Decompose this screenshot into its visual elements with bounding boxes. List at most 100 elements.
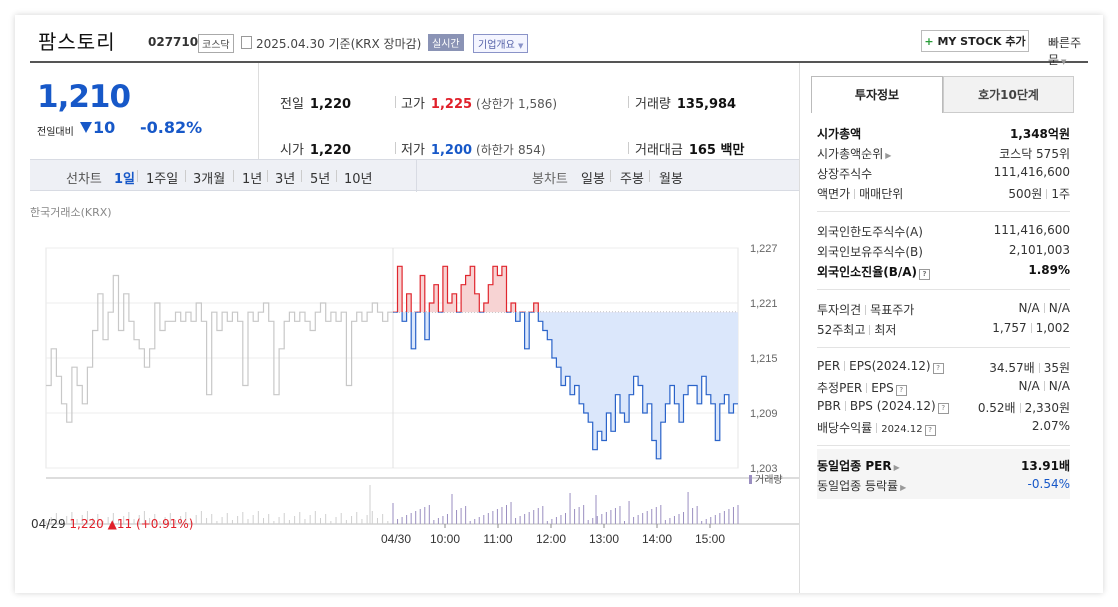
shares-row: 상장주식수 111,416,600 [817, 163, 1070, 183]
help-icon[interactable]: ? [932, 363, 944, 374]
tab-investment-info[interactable]: 투자정보 [811, 76, 943, 113]
series-line-prev-day [46, 274, 393, 423]
plus-icon: + [924, 35, 934, 48]
high52-value: 1,757 [992, 321, 1027, 335]
x-tick-label: 12:00 [536, 532, 566, 546]
foreign-limit-row: 외국인한도주식수(A) 111,416,600 [817, 221, 1070, 241]
sector-change-value: -0.54% [1027, 477, 1070, 491]
divider [817, 445, 1070, 446]
divider [649, 170, 650, 182]
high-label: 고가 [401, 97, 425, 112]
line-chart-label: 선차트 [66, 172, 102, 187]
my-stock-add-button[interactable]: + MY STOCK 추가 [921, 30, 1029, 52]
prev-value: 1,220 [309, 97, 352, 112]
volume-value: 135,984 [676, 97, 737, 112]
dividend-date: 2024.12 [881, 424, 923, 435]
low-price: 저가 1,200 (하한가 854) [401, 139, 546, 158]
help-icon[interactable]: ? [919, 269, 931, 280]
chevron-down-icon: ▼ [1061, 58, 1067, 66]
divider [865, 305, 867, 315]
divider [844, 401, 846, 411]
divider [854, 189, 856, 199]
x-tick-label: 13:00 [589, 532, 619, 546]
divider [817, 211, 1070, 212]
volume-legend: 거래량 [749, 471, 783, 486]
divider [185, 170, 186, 182]
prev-label: 전일 [280, 97, 304, 112]
period-1d[interactable]: 1일 [114, 168, 135, 187]
cap-rank-row: 시가총액순위 ▶ 코스닥 575위 [817, 143, 1070, 163]
volume-label: 거래량 [635, 97, 671, 112]
eps-label: EPS(2024.12) [849, 359, 931, 373]
divider [137, 170, 138, 182]
divider [869, 325, 871, 335]
volume: 거래량 135,984 [635, 93, 736, 112]
foreign-limit-value: 111,416,600 [993, 223, 1070, 237]
open-price: 시가 1,220 [280, 139, 351, 158]
help-icon[interactable]: ? [924, 425, 936, 436]
shares-label: 상장주식수 [817, 167, 873, 181]
open-value: 1,220 [309, 143, 352, 158]
realtime-badge[interactable]: 실시간 [428, 34, 464, 51]
divider [876, 423, 878, 433]
dividend-label: 배당수익률 [817, 421, 873, 435]
sector-per-row: 동일업종 PER ▶ 13.91배 [817, 455, 1070, 475]
period-1w[interactable]: 1주일 [146, 168, 178, 187]
low-label: 저가 [401, 143, 425, 158]
market-cap-row: 시가총액 1,348억원 [817, 123, 1070, 143]
period-10y[interactable]: 10년 [344, 168, 373, 187]
52w-row: 52주최고 최저 1,757 1,002 [817, 319, 1070, 339]
est-per-value: N/A [1018, 379, 1040, 393]
lower-limit-label: (하한가 [476, 143, 514, 157]
company-info-button[interactable]: 기업개요 ▼ [473, 34, 529, 53]
divider [1019, 403, 1021, 413]
y-tick-label: 1,209 [750, 408, 778, 420]
stock-header: 팜스토리 027710 코스닥 2025.04.30 기준(KRX 장마감) 실… [30, 15, 1088, 67]
price-chart[interactable]: 1,2271,2211,2151,2091,20304/30 10:00 11:00… [30, 215, 799, 550]
down-triangle-icon [80, 122, 92, 133]
divider [1030, 323, 1032, 333]
y-tick-label: 1,227 [750, 243, 778, 255]
date-text: 2025.04.30 기준(KRX 장마감) [256, 37, 422, 51]
chevron-right-icon: ▶ [893, 463, 900, 472]
prev-day-label: 04/29 [31, 517, 66, 531]
period-3y[interactable]: 3년 [275, 168, 295, 187]
chevron-right-icon: ▶ [885, 151, 892, 160]
sector-change-link[interactable]: 동일업종 등락률 ▶ [817, 477, 906, 494]
period-1y[interactable]: 1년 [242, 168, 262, 187]
tab-order-book[interactable]: 호가10단계 [943, 76, 1074, 113]
candle-daily[interactable]: 일봉 [581, 168, 605, 187]
candle-weekly[interactable]: 주봉 [620, 168, 644, 187]
help-icon[interactable]: ? [895, 385, 907, 396]
foreign-limit-label: 외국인한도주식수(A) [817, 225, 923, 239]
pbr-value: 0.52배 [977, 401, 1016, 415]
low52-value: 1,002 [1035, 321, 1070, 335]
up-triangle-icon: ▲ [107, 517, 117, 531]
par-label: 액면가 [817, 187, 851, 201]
cap-rank-link[interactable]: 시가총액순위 ▶ [817, 145, 891, 162]
sector-per-link[interactable]: 동일업종 PER ▶ [817, 457, 900, 474]
company-name[interactable]: 팜스토리 [38, 26, 116, 55]
est-per-row: 추정PER EPS? N/A N/A [817, 377, 1070, 397]
upper-limit-value: 1,586) [518, 97, 558, 111]
candle-monthly[interactable]: 월봉 [659, 168, 683, 187]
y-tick-label: 1,215 [750, 353, 778, 365]
unit-label: 매매단위 [859, 187, 904, 201]
info-tabs: 투자정보 호가10단계 [811, 76, 1074, 113]
price-stats: 전일 1,220 고가 1,225 (상한가 1,586) 거래량 135,984 시가… [258, 63, 799, 160]
prev-day-pct: (+0.91%) [135, 517, 194, 531]
amount-value: 165 백만 [688, 143, 745, 158]
trade-amount: 거래대금 165 백만 [635, 139, 744, 158]
x-tick-label: 14:00 [642, 532, 672, 546]
market-cap-value: 1,348억원 [1009, 127, 1070, 141]
help-icon[interactable]: ? [937, 403, 949, 414]
amount-label: 거래대금 [635, 143, 683, 158]
chart-fill [393, 266, 738, 459]
period-5y[interactable]: 5년 [310, 168, 330, 187]
quick-order-button[interactable]: 빠른주문 ▼ [1048, 34, 1088, 68]
per-row: PER EPS(2024.12)? 34.57배 35원 [817, 357, 1070, 377]
market-cap-label: 시가총액 [817, 127, 862, 141]
cap-rank-label: 시가총액순위 [817, 147, 884, 161]
period-3m[interactable]: 3개월 [193, 168, 225, 187]
volume-legend-label: 거래량 [755, 475, 783, 486]
